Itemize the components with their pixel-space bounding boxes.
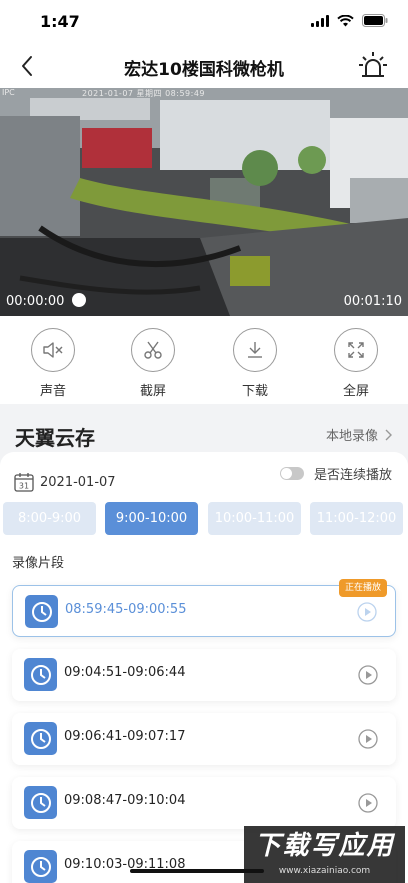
clock-icon (24, 850, 57, 883)
local-recording-label: 本地录像 (325, 429, 378, 444)
play-icon[interactable] (358, 793, 378, 813)
alarm-button[interactable] (358, 50, 388, 80)
fullscreen-button[interactable]: 全屏 (321, 328, 391, 399)
battery-icon (362, 14, 388, 27)
segments-title: 录像片段 (12, 556, 65, 571)
time-slot[interactable]: 11:00-12:00 (310, 502, 403, 535)
mute-icon (43, 342, 63, 358)
screenshot-label: 截屏 (139, 384, 166, 399)
time-slots: 8:00-9:00 9:00-10:00 10:00-11:00 11:00-1… (0, 502, 408, 536)
record-item[interactable]: 08:59:45-09:00:55 正在播放 (12, 579, 396, 637)
cloud-title: 天翼云存 (15, 426, 95, 450)
home-indicator (130, 869, 264, 873)
clock-icon (24, 658, 57, 691)
selected-date: 2021-01-07 (40, 474, 116, 490)
sound-label: 声音 (39, 384, 66, 399)
alarm-light-icon (359, 52, 387, 77)
record-item[interactable]: 09:08:47-09:10:04 (12, 777, 396, 829)
playing-badge: 正在播放 (338, 579, 387, 597)
record-time: 08:59:45-09:00:55 (65, 602, 187, 617)
fullscreen-label: 全屏 (342, 384, 369, 399)
current-time: 00:00:00 (6, 294, 65, 309)
osd-camera-label: IPC (2, 88, 15, 97)
nav-bar: 宏达10楼国科微枪机 (0, 44, 408, 88)
download-icon (248, 342, 262, 358)
download-button[interactable]: 下载 (220, 328, 290, 399)
continuous-play-toggle[interactable] (279, 467, 304, 480)
record-time: 09:08:47-09:10:04 (64, 793, 186, 808)
play-icon[interactable] (358, 729, 378, 749)
play-icon[interactable] (357, 602, 377, 622)
status-bar: 1:47 (0, 0, 408, 44)
record-time: 09:04:51-09:06:44 (64, 665, 186, 680)
record-time: 09:06:41-09:07:17 (64, 729, 186, 744)
video-osd: IPC 2021-01-07 星期四 08:59:49 (0, 88, 408, 98)
chevron-left-icon (22, 56, 32, 76)
seek-handle[interactable] (72, 293, 86, 307)
total-time: 00:01:10 (343, 294, 402, 309)
clock-icon (24, 786, 57, 819)
continuous-play-row: 是否连续播放 (279, 464, 392, 483)
calendar-icon: 31 (14, 473, 34, 492)
status-icons (311, 14, 388, 27)
scissors-icon (144, 341, 162, 359)
video-player[interactable]: IPC 2021-01-07 星期四 08:59:49 00:00:00 00:… (0, 88, 408, 316)
record-item[interactable]: 09:04:51-09:06:44 (12, 649, 396, 701)
wifi-icon (337, 14, 354, 26)
screenshot-button[interactable]: 截屏 (118, 328, 188, 399)
calendar-day: 31 (19, 482, 29, 491)
video-frame (0, 88, 408, 316)
sound-button[interactable]: 声音 (18, 328, 88, 399)
time-slot[interactable]: 10:00-11:00 (208, 502, 301, 535)
local-recording-link[interactable]: 本地录像 (326, 425, 392, 444)
player-controls: 声音 截屏 下载 全屏 (0, 316, 408, 404)
status-time: 1:47 (40, 12, 80, 31)
download-label: 下载 (241, 384, 268, 399)
record-item[interactable]: 09:06:41-09:07:17 (12, 713, 396, 765)
clock-icon (25, 595, 58, 628)
page-title: 宏达10楼国科微枪机 (124, 60, 284, 80)
osd-timestamp: 2021-01-07 星期四 08:59:49 (82, 89, 206, 98)
continuous-play-label: 是否连续播放 (313, 468, 392, 483)
time-slot-active[interactable]: 9:00-10:00 (105, 502, 198, 535)
fullscreen-icon (348, 342, 364, 358)
time-slot[interactable]: 8:00-9:00 (3, 502, 96, 535)
back-button[interactable] (14, 53, 40, 79)
date-picker[interactable]: 31 2021-01-07 (14, 472, 116, 492)
watermark-title: 下载写应用 (254, 831, 395, 861)
chevron-right-icon (385, 429, 392, 440)
play-icon[interactable] (358, 665, 378, 685)
toggle-knob (280, 468, 292, 479)
clock-icon (24, 722, 57, 755)
watermark-url: www.xiazainiao.com (278, 866, 371, 876)
recording-panel: 31 2021-01-07 是否连续播放 8:00-9:00 9:00-10:0… (0, 452, 408, 883)
watermark: 下载写应用 www.xiazainiao.com (244, 826, 405, 883)
signal-icon (311, 14, 329, 27)
